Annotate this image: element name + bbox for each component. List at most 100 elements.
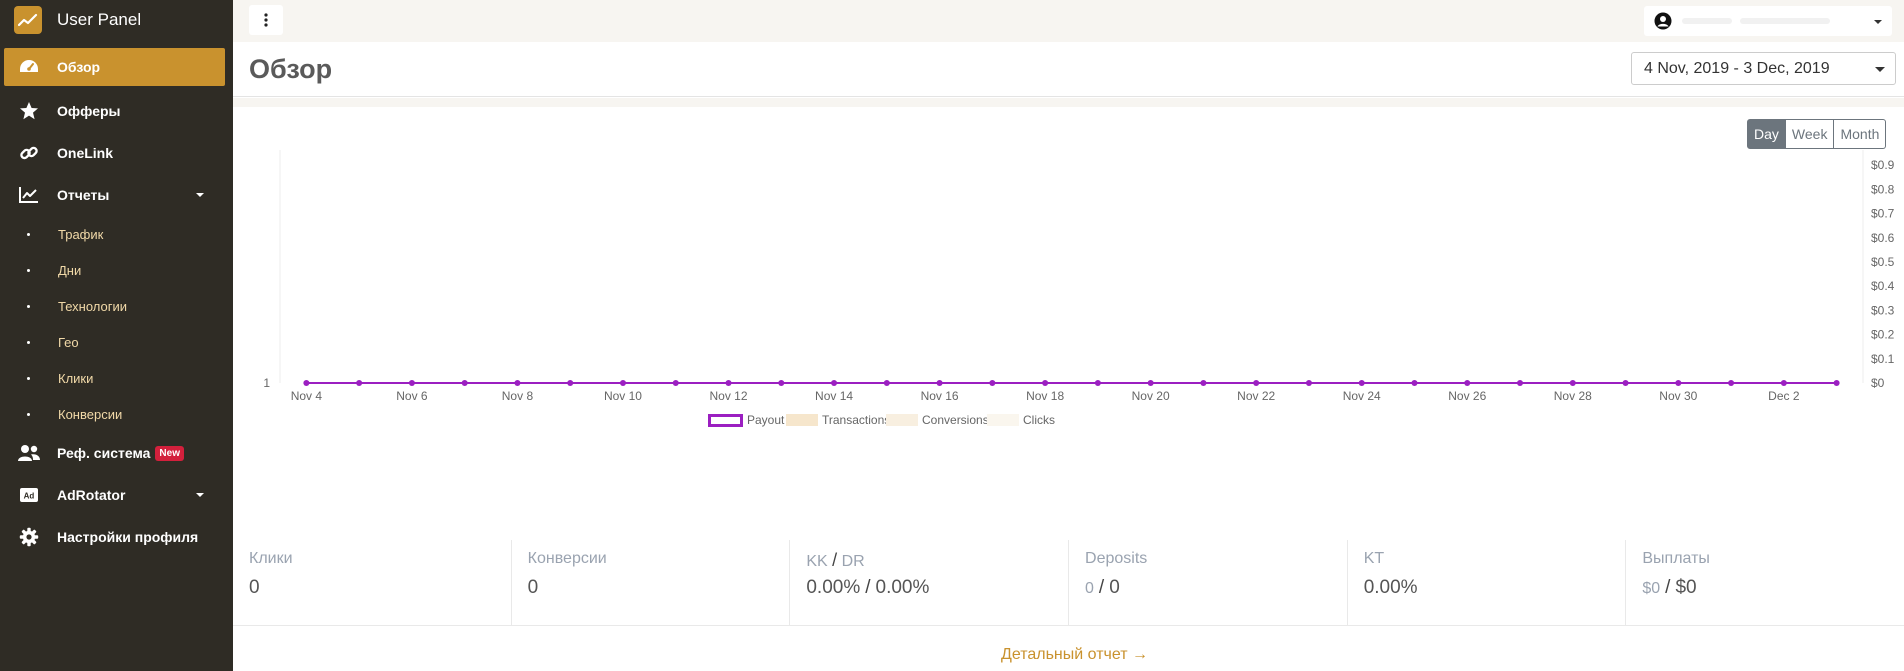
sidebar-item-referral[interactable]: Реф. система New	[0, 432, 233, 474]
data-point	[1517, 380, 1524, 386]
data-point	[1728, 380, 1735, 386]
stat-value-dr: 0.00%	[875, 577, 930, 598]
stat-value: $0/$0	[1642, 577, 1696, 599]
stat-value: 0/0	[1085, 577, 1120, 599]
user-menu-dropdown[interactable]	[1644, 6, 1892, 36]
x-tick-label: Nov 18	[1026, 389, 1064, 403]
y-tick-label-right: $0.8	[1871, 182, 1895, 196]
x-tick-label: Dec 2	[1768, 389, 1800, 403]
x-tick-label: Nov 6	[396, 389, 428, 403]
y-axis-right: $1$0.9$0.8$0.7$0.6$0.5$0.4$0.3$0.2$0.1$0	[1871, 158, 1895, 390]
data-point	[672, 380, 679, 386]
sidebar-subitem-conversions[interactable]: Конверсии	[0, 396, 233, 432]
sidebar-subitem-geo[interactable]: Гео	[0, 324, 233, 360]
ad-icon: Ad	[17, 483, 41, 507]
data-point	[831, 380, 838, 386]
y-tick-label-right: $0	[1871, 376, 1885, 390]
sidebar-item-onelink[interactable]: OneLink	[0, 132, 233, 174]
sidebar-subitem-clicks[interactable]: Клики	[0, 360, 233, 396]
x-tick-label: Nov 22	[1237, 389, 1275, 403]
sidebar-item-reports[interactable]: Отчеты	[0, 174, 233, 216]
stat-kt: KT 0.00%	[1346, 540, 1626, 625]
y-tick-label-right: $0.1	[1871, 352, 1895, 366]
stat-value-kk: 0.00%	[806, 577, 861, 598]
brand[interactable]: User Panel	[0, 0, 233, 40]
data-point	[725, 380, 732, 386]
chevron-down-icon	[1875, 67, 1885, 72]
stat-label-dr: DR	[841, 553, 865, 570]
legend-swatch	[786, 414, 818, 426]
x-tick-label: Nov 10	[604, 389, 642, 403]
sidebar-item-profile-settings[interactable]: Настройки профиля	[0, 516, 233, 558]
bullet-icon	[27, 340, 30, 344]
top-bar	[233, 0, 1904, 42]
x-tick-label: Nov 12	[710, 389, 748, 403]
legend-swatch	[886, 414, 918, 426]
data-point	[1411, 380, 1418, 386]
period-week-button[interactable]: Week	[1785, 119, 1835, 149]
stat-label: Deposits	[1085, 550, 1148, 567]
legend-swatch	[987, 414, 1019, 426]
period-month-button[interactable]: Month	[1834, 119, 1887, 149]
more-menu-button[interactable]	[249, 5, 283, 35]
stat-label: KK / DR	[806, 550, 864, 571]
date-range-value: 4 Nov, 2019 - 3 Dec, 2019	[1644, 60, 1830, 77]
chevron-down-icon	[196, 493, 204, 497]
data-point	[1253, 380, 1260, 386]
date-range-picker[interactable]: 4 Nov, 2019 - 3 Dec, 2019	[1631, 52, 1896, 85]
sidebar-item-label: Отчеты	[57, 187, 110, 203]
bullet-icon	[27, 376, 30, 380]
section-divider	[233, 98, 1904, 107]
data-point	[1569, 380, 1576, 386]
stat-value: 0.00%/0.00%	[806, 577, 929, 599]
sidebar-subitem-label: Дни	[58, 262, 82, 278]
sidebar-item-label: Реф. система	[57, 445, 151, 461]
legend-label: Payout	[747, 413, 785, 427]
sidebar-item-label: OneLink	[57, 145, 114, 161]
y-tick-label-right: $0.6	[1871, 231, 1895, 245]
x-tick-label: Nov 30	[1659, 389, 1697, 403]
chevron-down-icon	[1874, 20, 1882, 24]
data-point	[303, 380, 310, 386]
data-point	[1200, 380, 1207, 386]
data-point	[356, 380, 363, 386]
x-tick-label: Nov 8	[502, 389, 534, 403]
chart-legend: Payout Transactions Conversions Clicks	[708, 413, 1055, 427]
data-point	[936, 380, 943, 386]
stat-conversions: Конверсии 0	[510, 540, 790, 625]
stat-deposits: Deposits 0/0	[1068, 540, 1347, 625]
sidebar-subitem-days[interactable]: Дни	[0, 252, 233, 288]
sidebar-subitem-technologies[interactable]: Технологии	[0, 288, 233, 324]
sidebar-item-adrotator[interactable]: Ad AdRotator	[0, 474, 233, 516]
sidebar-item-offers[interactable]: Офферы	[0, 90, 233, 132]
chart-line-icon	[17, 183, 41, 207]
data-point	[1622, 380, 1629, 386]
detailed-report-link[interactable]: Детальный отчет →	[1001, 646, 1148, 664]
sidebar-subitem-label: Клики	[58, 370, 94, 386]
app-logo-icon	[14, 6, 42, 34]
data-point	[1094, 380, 1101, 386]
x-tick-label: Nov 20	[1132, 389, 1170, 403]
stat-label-kk: KK	[806, 553, 828, 570]
stat-value-primary: $0	[1675, 577, 1697, 598]
stat-label: Клики	[249, 550, 293, 567]
stats-summary: Клики 0 Конверсии 0 KK / DR 0.00%/0.00% …	[233, 540, 1904, 626]
sidebar-item-overview[interactable]: Обзор	[4, 48, 225, 86]
sidebar-item-label: Офферы	[57, 103, 121, 119]
data-point	[1358, 380, 1365, 386]
y-tick-label-right: $0.5	[1871, 255, 1895, 269]
stat-value: 0	[249, 577, 260, 598]
sidebar-subitem-label: Трафик	[58, 226, 104, 242]
y-tick-label-right: $0.9	[1871, 158, 1895, 172]
overview-chart: 101 $1$0.9$0.8$0.7$0.6$0.5$0.4$0.3$0.2$0…	[263, 150, 1895, 427]
series-layer	[303, 380, 1840, 386]
x-tick-label: Nov 16	[921, 389, 959, 403]
data-point	[461, 380, 468, 386]
stat-value-separator: /	[1098, 577, 1105, 598]
y-tick-label-left: 1	[263, 376, 270, 390]
period-day-button[interactable]: Day	[1747, 119, 1786, 149]
sidebar-subitem-traffic[interactable]: Трафик	[0, 216, 233, 252]
data-point	[883, 380, 890, 386]
x-axis: Nov 4 Nov 6 Nov 8 Nov 10 Nov 12 Nov 14 Nov 16 N…	[291, 389, 1800, 403]
stat-label: Выплаты	[1642, 550, 1710, 567]
